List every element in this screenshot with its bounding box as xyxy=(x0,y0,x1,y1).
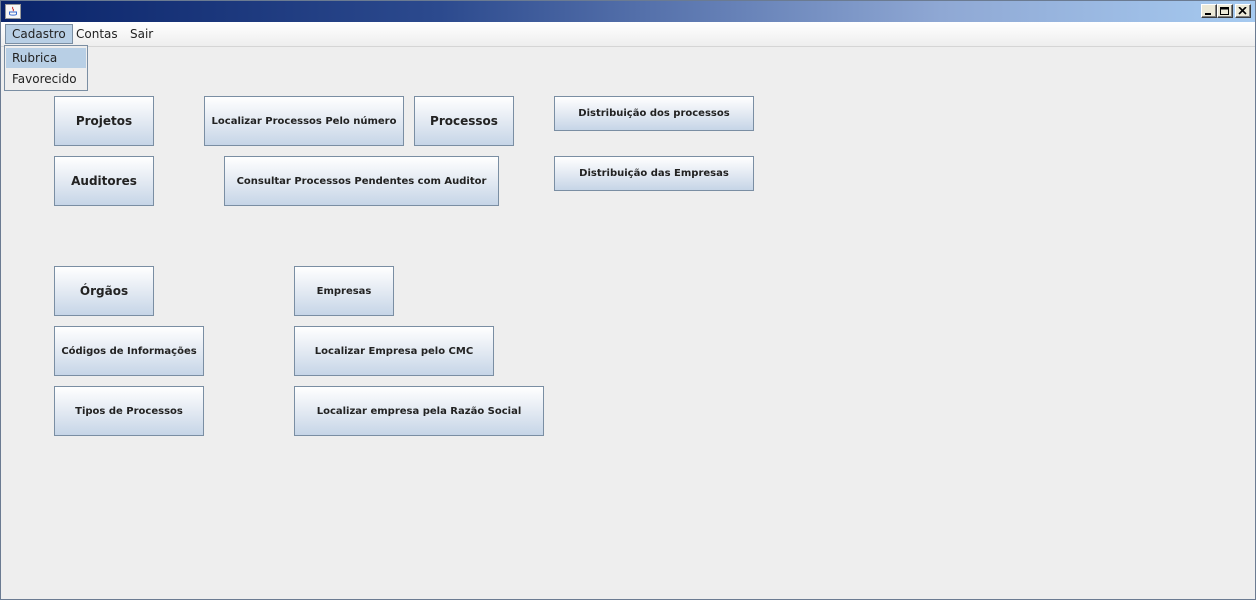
maximize-icon[interactable] xyxy=(1217,4,1233,18)
auditores-button[interactable]: Auditores xyxy=(54,156,154,206)
processos-button[interactable]: Processos xyxy=(414,96,514,146)
localizar-empresa-cmc-button[interactable]: Localizar Empresa pelo CMC xyxy=(294,326,494,376)
projetos-button[interactable]: Projetos xyxy=(54,96,154,146)
menu-item-rubrica[interactable]: Rubrica xyxy=(6,48,86,68)
menu-bar: Cadastro Contas Sair xyxy=(1,22,1255,47)
distribuicao-empresas-button[interactable]: Distribuição das Empresas xyxy=(554,156,754,191)
tipos-processos-button[interactable]: Tipos de Processos xyxy=(54,386,204,436)
orgaos-button[interactable]: Órgãos xyxy=(54,266,154,316)
menu-cadastro[interactable]: Cadastro xyxy=(5,24,73,44)
localizar-empresa-razao-button[interactable]: Localizar empresa pela Razão Social xyxy=(294,386,544,436)
consultar-pendentes-button[interactable]: Consultar Processos Pendentes com Audito… xyxy=(224,156,499,206)
main-window: Cadastro Contas Sair Rubrica Favorecido … xyxy=(0,0,1256,600)
empresas-button[interactable]: Empresas xyxy=(294,266,394,316)
title-bar[interactable] xyxy=(1,1,1255,22)
menu-item-favorecido[interactable]: Favorecido xyxy=(6,69,86,89)
localizar-processos-button[interactable]: Localizar Processos Pelo número xyxy=(204,96,404,146)
cadastro-dropdown: Rubrica Favorecido xyxy=(4,45,88,91)
codigos-informacoes-button[interactable]: Códigos de Informações xyxy=(54,326,204,376)
menu-sair[interactable]: Sair xyxy=(124,24,159,44)
menu-contas[interactable]: Contas xyxy=(70,24,124,44)
distribuicao-processos-button[interactable]: Distribuição dos processos xyxy=(554,96,754,131)
close-icon[interactable] xyxy=(1235,4,1251,18)
java-icon[interactable] xyxy=(5,4,21,19)
minimize-icon[interactable] xyxy=(1201,4,1217,18)
